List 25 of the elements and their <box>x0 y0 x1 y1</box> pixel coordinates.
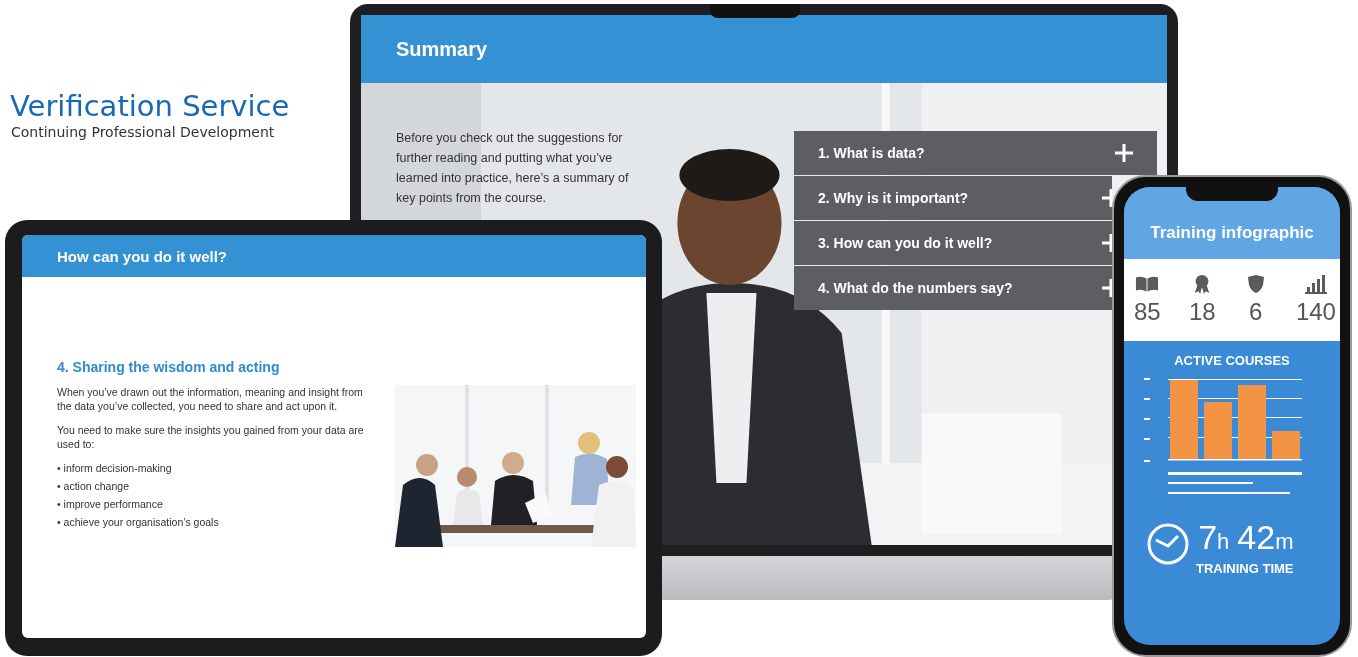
hours-value: 7 <box>1198 518 1218 556</box>
time-label: TRAINING TIME <box>1196 561 1294 576</box>
bar-graph-icon <box>1303 274 1328 294</box>
chart-title: ACTIVE COURSES <box>1173 353 1291 368</box>
body-paragraph: When you’ve drawn out the information, meaning and insight from the data you’ve collected, you need to share and act upon it. <box>57 385 364 413</box>
chart-bar <box>1272 431 1300 459</box>
brand-subtitle: Continuing Professional Development <box>11 124 276 140</box>
infographic-title: Training infographic <box>1150 223 1314 243</box>
stat-value: 140 <box>1295 298 1336 326</box>
header-title: How can you do it well? <box>57 247 227 265</box>
brand-title: Verification Service <box>10 88 290 124</box>
hours-unit: h <box>1217 529 1230 554</box>
bullet-item: • achieve your organisation’s goals <box>57 515 220 529</box>
bullet-item: • action change <box>57 479 130 493</box>
stat-value: 6 <box>1249 298 1263 326</box>
header-title: Summary <box>396 37 488 61</box>
section-heading: 4. Sharing the wisdom and acting <box>57 359 281 375</box>
body-paragraph: You need to make sure the insights you gained from your data are used to: <box>57 423 365 451</box>
bullet-item: • inform decision-making <box>57 461 173 475</box>
minutes-value: 42 <box>1237 518 1276 556</box>
bullet-item: • improve performance <box>57 497 164 511</box>
stat-value: 18 <box>1188 298 1216 326</box>
minutes-unit: m <box>1275 529 1294 554</box>
clock-icon <box>1146 522 1190 566</box>
chart-bar <box>1204 402 1232 459</box>
